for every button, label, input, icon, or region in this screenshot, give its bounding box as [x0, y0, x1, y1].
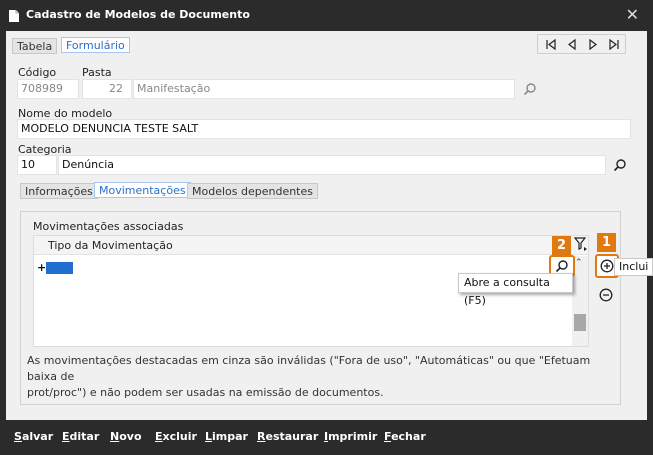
excluir-mnemonic: E	[155, 430, 163, 443]
novo-label: ovo	[119, 430, 142, 443]
note-line-2: prot/proc") e não podem ser usadas na em…	[27, 386, 384, 399]
remove-circle-icon[interactable]	[599, 288, 613, 302]
tab-modelos-dependentes[interactable]: Modelos dependentes	[187, 183, 318, 199]
codigo-label: Código	[18, 66, 57, 79]
close-icon[interactable]: ✕	[626, 5, 639, 24]
annotation-badge-1: 1	[597, 233, 616, 252]
pasta-label: Pasta	[82, 66, 112, 79]
limpar-label: impar	[212, 430, 248, 443]
chevron-up-icon[interactable]: ⌃	[575, 258, 583, 268]
editar-button[interactable]: Editar	[62, 430, 99, 443]
limpar-mnemonic: L	[205, 430, 213, 443]
tab-movimentacoes[interactable]: Movimentações	[94, 182, 191, 198]
salvar-button[interactable]: Salvar	[14, 430, 53, 443]
last-record-icon[interactable]	[608, 38, 620, 51]
fechar-label: echar	[391, 430, 426, 443]
restaurar-label: estaurar	[265, 430, 319, 443]
column-header-tipo[interactable]: Tipo da Movimentação	[48, 239, 173, 252]
record-navigator	[537, 34, 626, 54]
note-line-1: As movimentações destacadas em cinza são…	[27, 354, 591, 383]
annotation-badge-2: 2	[552, 236, 571, 255]
salvar-label: alvar	[21, 430, 54, 443]
imprimir-button[interactable]: Imprimir	[324, 430, 377, 443]
filter-icon[interactable]	[574, 237, 588, 251]
novo-mnemonic: N	[110, 430, 120, 443]
fechar-button[interactable]: Fechar	[384, 430, 426, 443]
excluir-label: xcluir	[162, 430, 197, 443]
add-circle-icon[interactable]	[600, 259, 614, 273]
next-record-icon[interactable]	[587, 38, 599, 51]
panel-title: Movimentações associadas	[33, 220, 184, 233]
salvar-mnemonic: S	[14, 430, 22, 443]
restaurar-button[interactable]: Restaurar	[257, 430, 318, 443]
categoria-name-field[interactable]: Denúncia	[58, 155, 606, 175]
search-icon[interactable]	[555, 259, 569, 273]
pasta-name-field[interactable]: Manifestação	[133, 79, 515, 99]
app-icon	[9, 10, 19, 22]
tab-tabela[interactable]: Tabela	[12, 38, 58, 54]
scrollbar-thumb[interactable]	[574, 314, 586, 331]
search-icon[interactable]	[613, 158, 627, 172]
selected-row-cell[interactable]	[46, 262, 73, 274]
editar-mnemonic: E	[62, 430, 70, 443]
codigo-field[interactable]: 708989	[17, 79, 79, 99]
first-record-icon[interactable]	[545, 38, 557, 51]
categoria-number-field[interactable]: 10	[17, 155, 57, 175]
grid-header: Tipo da Movimentação	[34, 236, 588, 255]
editar-label: ditar	[69, 430, 100, 443]
nome-field[interactable]: MODELO DENUNCIA TESTE SALT	[17, 119, 631, 139]
tooltip-abre-consulta: Abre a consulta (F5)	[458, 273, 573, 307]
row-expander[interactable]: +	[37, 261, 46, 274]
bottom-toolbar: Salvar Editar Novo Excluir Limpar Restau…	[0, 420, 653, 455]
tooltip-inclui: Inclui r	[614, 258, 653, 276]
tab-formulario[interactable]: Formulário	[61, 37, 130, 53]
previous-record-icon[interactable]	[566, 38, 578, 51]
title-bar: Cadastro de Modelos de Documento ✕	[0, 0, 653, 31]
limpar-button[interactable]: Limpar	[205, 430, 248, 443]
imprimir-label: mprimir	[328, 430, 378, 443]
window-title: Cadastro de Modelos de Documento	[26, 8, 250, 21]
excluir-button[interactable]: Excluir	[155, 430, 197, 443]
tab-informacoes[interactable]: Informações	[20, 183, 98, 199]
novo-button[interactable]: Novo	[110, 430, 142, 443]
search-icon[interactable]	[523, 82, 537, 96]
pasta-number-field[interactable]: 22	[82, 79, 132, 99]
invalid-movements-note: As movimentações destacadas em cinza são…	[27, 353, 617, 401]
